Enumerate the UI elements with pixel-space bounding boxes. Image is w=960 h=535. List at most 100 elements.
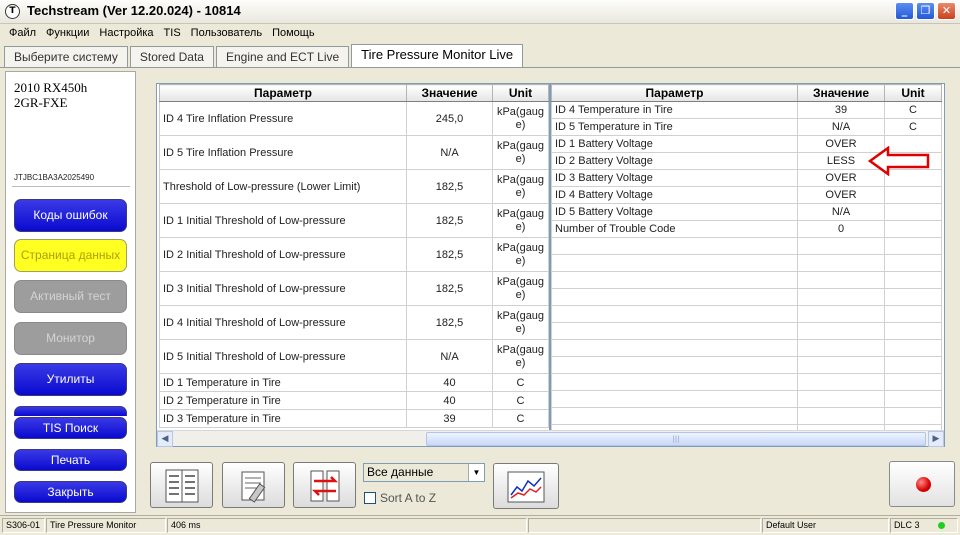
status-code: S306-01	[2, 518, 45, 533]
tab-select-system[interactable]: Выберите систему	[4, 46, 128, 67]
param-cell	[551, 390, 798, 408]
scrollbar-thumb[interactable]: |||	[426, 432, 926, 446]
param-cell: ID 1 Battery Voltage	[551, 135, 798, 153]
param-cell: ID 1 Temperature in Tire	[159, 373, 407, 392]
utilities-button[interactable]: Утилиты	[14, 363, 127, 396]
table-row[interactable]: ID 5 Temperature in Tire N/A C	[551, 118, 942, 136]
table-row[interactable]: Threshold of Low-pressure (Lower Limit) 1…	[159, 169, 549, 204]
active-test-button[interactable]: Активный тест	[14, 280, 127, 313]
table-row[interactable]: ID 3 Temperature in Tire 39 C	[159, 409, 549, 428]
table-row[interactable]: ID 5 Tire Inflation Pressure N/A kPa(gauge…	[159, 135, 549, 170]
table-row[interactable]	[551, 373, 942, 391]
header-value[interactable]: Значение	[797, 84, 885, 102]
table-row[interactable]: ID 1 Initial Threshold of Low-pressure 18…	[159, 203, 549, 238]
unit-cell: kPa(gauge)	[492, 101, 549, 136]
value-cell: 182,5	[406, 203, 493, 238]
close-window-button[interactable]: ✕	[937, 2, 956, 20]
table-row[interactable]: ID 4 Tire Inflation Pressure 245,0 kPa(gau…	[159, 101, 549, 136]
unit-cell	[884, 288, 942, 306]
table-row[interactable]: ID 2 Initial Threshold of Low-pressure 18…	[159, 237, 549, 272]
data-filter-dropdown[interactable]: Все данные ▼	[363, 463, 485, 482]
close-button[interactable]: Закрыть	[14, 481, 127, 503]
param-cell: ID 5 Tire Inflation Pressure	[159, 135, 407, 170]
value-cell: N/A	[406, 339, 493, 374]
tis-search-button[interactable]: TIS Поиск	[14, 417, 127, 439]
table-row[interactable]: ID 4 Battery Voltage OVER	[551, 186, 942, 204]
print-button[interactable]: Печать	[14, 449, 127, 471]
menu-file[interactable]: Файл	[4, 27, 41, 39]
value-cell	[797, 271, 885, 289]
table-row[interactable]	[551, 356, 942, 374]
value-cell	[797, 407, 885, 425]
table-row[interactable]	[551, 322, 942, 340]
vehicle-side-panel: 2010 RX450h 2GR-FXE JTJBC1BA3A2025490 Ко…	[5, 71, 136, 513]
unit-cell: C	[492, 409, 549, 428]
table-row[interactable]	[551, 407, 942, 425]
edit-clipboard-icon	[241, 471, 266, 503]
param-cell: ID 4 Temperature in Tire	[551, 101, 798, 119]
header-unit[interactable]: Unit	[492, 84, 549, 102]
value-cell	[797, 373, 885, 391]
table-row[interactable]	[551, 339, 942, 357]
sort-checkbox[interactable]	[364, 492, 376, 504]
horizontal-scrollbar[interactable]: ◀ ||| ▶	[157, 430, 944, 447]
tab-stored-data[interactable]: Stored Data	[129, 46, 214, 67]
graph-view-button[interactable]	[493, 463, 559, 509]
list-view-icon	[165, 469, 199, 503]
value-cell: N/A	[797, 118, 885, 136]
table-row[interactable]	[551, 237, 942, 255]
unit-cell	[884, 220, 942, 238]
table-row[interactable]: ID 4 Temperature in Tire 39 C	[551, 101, 942, 119]
menu-help[interactable]: Помощь	[267, 27, 320, 39]
header-unit[interactable]: Unit	[884, 84, 942, 102]
data-list-button[interactable]: Страница данных	[14, 239, 127, 272]
scroll-left-arrow-icon[interactable]: ◀	[157, 431, 173, 447]
table-row[interactable]: Number of Trouble Code 0	[551, 220, 942, 238]
value-cell: 182,5	[406, 169, 493, 204]
status-user: Default User	[762, 518, 889, 533]
table-row[interactable]: ID 2 Temperature in Tire 40 C	[159, 391, 549, 410]
table-row[interactable]	[551, 390, 942, 408]
red-arrow-annotation-icon	[868, 146, 930, 176]
maximize-button[interactable]: ❐	[916, 2, 935, 20]
table-row[interactable]: ID 3 Initial Threshold of Low-pressure 18…	[159, 271, 549, 306]
table-row[interactable]: ID 5 Initial Threshold of Low-pressure N/…	[159, 339, 549, 374]
param-cell	[551, 288, 798, 306]
table-row[interactable]: ID 5 Battery Voltage N/A	[551, 203, 942, 221]
param-cell: ID 3 Initial Threshold of Low-pressure	[159, 271, 407, 306]
edit-list-button[interactable]	[222, 462, 285, 508]
param-cell	[551, 339, 798, 357]
table-row[interactable]: ID 4 Initial Threshold of Low-pressure 18…	[159, 305, 549, 340]
data-table-right: Параметр Значение Unit ID 4 Temperature …	[551, 84, 942, 442]
hidden-sidebar-button-edge	[14, 406, 127, 416]
monitor-button[interactable]: Монитор	[14, 322, 127, 355]
table-row[interactable]	[551, 305, 942, 323]
status-system: Tire Pressure Monitor	[46, 518, 166, 533]
table-row[interactable]	[551, 288, 942, 306]
value-cell: N/A	[406, 135, 493, 170]
value-cell: 182,5	[406, 237, 493, 272]
sort-option[interactable]: Sort A to Z	[364, 490, 436, 506]
menu-bar: Файл Функции Настройка TIS Пользователь …	[0, 24, 960, 42]
dropdown-arrow-icon[interactable]: ▼	[468, 464, 484, 481]
header-param[interactable]: Параметр	[159, 84, 407, 102]
menu-tis[interactable]: TIS	[159, 27, 186, 39]
tab-tire-pressure-monitor-live[interactable]: Tire Pressure Monitor Live	[351, 44, 524, 67]
record-button[interactable]	[889, 461, 955, 507]
trouble-codes-button[interactable]: Коды ошибок	[14, 199, 127, 232]
data-list-view-button[interactable]	[150, 462, 213, 508]
table-row[interactable]	[551, 271, 942, 289]
unit-cell: C	[492, 373, 549, 392]
scroll-right-arrow-icon[interactable]: ▶	[928, 431, 944, 447]
menu-functions[interactable]: Функции	[41, 27, 94, 39]
menu-user[interactable]: Пользователь	[186, 27, 267, 39]
table-row[interactable]: ID 1 Temperature in Tire 40 C	[159, 373, 549, 392]
minimize-button[interactable]: _	[895, 2, 914, 20]
menu-settings[interactable]: Настройка	[94, 27, 158, 39]
table-row[interactable]	[551, 254, 942, 272]
header-value[interactable]: Значение	[406, 84, 493, 102]
tab-divider-line	[0, 67, 960, 68]
tab-engine-ect-live[interactable]: Engine and ECT Live	[215, 46, 350, 67]
switch-view-button[interactable]	[293, 462, 356, 508]
header-param[interactable]: Параметр	[551, 84, 798, 102]
